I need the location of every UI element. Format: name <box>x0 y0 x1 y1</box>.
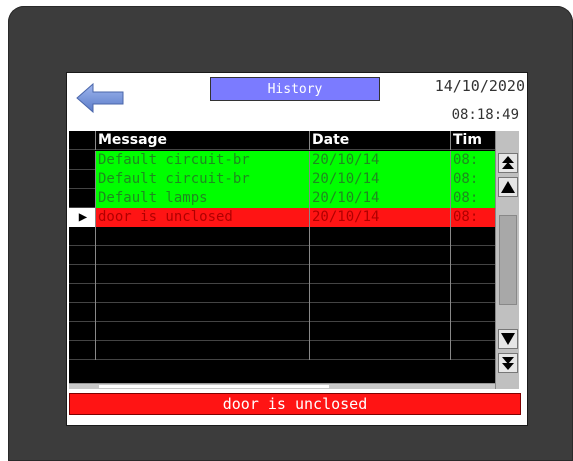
date-cell: 20/10/14 <box>309 170 450 189</box>
horizontal-scroll-thumb[interactable] <box>99 385 329 388</box>
column-header-date[interactable]: Date <box>309 131 450 150</box>
table-row[interactable]: ▶ door is unclosed 20/10/14 08: <box>69 208 495 227</box>
time-cell <box>450 284 495 303</box>
message-cell <box>95 246 309 265</box>
scroll-top-button[interactable] <box>498 153 518 173</box>
vertical-scroll-thumb[interactable] <box>499 215 517 305</box>
date-cell: 20/10/14 <box>309 151 450 170</box>
time-cell: 08: <box>450 208 495 227</box>
up-arrow-icon <box>501 181 515 193</box>
row-select-cell[interactable] <box>69 170 95 189</box>
time-cell <box>450 265 495 284</box>
table-row[interactable]: Default lamps 20/10/14 08: <box>69 189 495 208</box>
row-select-cell[interactable] <box>69 341 95 360</box>
time-cell <box>450 322 495 341</box>
time-cell: 08: <box>450 151 495 170</box>
message-cell <box>95 284 309 303</box>
alarm-status-bar: door is unclosed <box>69 393 521 415</box>
empty-table-row[interactable] <box>69 341 495 360</box>
history-table: Message Date Tim Default circuit-br 20/10… <box>69 131 495 389</box>
time-cell: 08: <box>450 170 495 189</box>
row-select-cell[interactable] <box>69 322 95 341</box>
horizontal-scrollbar[interactable] <box>69 383 495 389</box>
date-cell <box>309 322 450 341</box>
message-cell: Default circuit-br <box>95 170 309 189</box>
table-row[interactable]: Default circuit-br 20/10/14 08: <box>69 170 495 189</box>
row-select-cell[interactable] <box>69 265 95 284</box>
message-cell <box>95 227 309 246</box>
scroll-up-button[interactable] <box>498 177 518 197</box>
current-time: 08:18:49 <box>451 107 519 123</box>
message-cell <box>95 322 309 341</box>
row-select-cell[interactable] <box>69 227 95 246</box>
empty-table-row[interactable] <box>69 322 495 341</box>
message-cell <box>95 303 309 322</box>
date-cell: 20/10/14 <box>309 189 450 208</box>
time-cell: 08: <box>450 189 495 208</box>
date-cell <box>309 246 450 265</box>
message-cell: door is unclosed <box>95 208 309 227</box>
message-cell <box>95 341 309 360</box>
table-header-row: Message Date Tim <box>69 131 495 150</box>
time-cell <box>450 246 495 265</box>
scroll-down-button[interactable] <box>498 329 518 349</box>
message-cell: Default circuit-br <box>95 151 309 170</box>
double-down-arrow-icon <box>502 357 514 370</box>
row-select-cell[interactable] <box>69 303 95 322</box>
table-row[interactable]: Default circuit-br 20/10/14 08: <box>69 151 495 170</box>
header-select-cell <box>69 131 95 150</box>
empty-table-row[interactable] <box>69 227 495 246</box>
back-button[interactable] <box>75 81 125 115</box>
message-cell <box>95 265 309 284</box>
vertical-scrollbar[interactable] <box>495 131 519 389</box>
time-cell <box>450 303 495 322</box>
empty-table-row[interactable] <box>69 246 495 265</box>
row-select-cell[interactable]: ▶ <box>69 208 95 227</box>
date-cell <box>309 303 450 322</box>
empty-table-row[interactable] <box>69 284 495 303</box>
down-arrow-icon <box>501 333 515 345</box>
row-select-cell[interactable] <box>69 189 95 208</box>
hmi-screen: History 14/10/2020 08:18:49 Message Date… <box>66 72 528 426</box>
row-select-cell[interactable] <box>69 151 95 170</box>
column-header-time[interactable]: Tim <box>450 131 495 150</box>
double-up-arrow-icon <box>502 156 514 169</box>
date-cell <box>309 227 450 246</box>
time-cell <box>450 227 495 246</box>
empty-table-row[interactable] <box>69 265 495 284</box>
column-header-message[interactable]: Message <box>95 131 309 150</box>
scroll-bottom-button[interactable] <box>498 353 518 373</box>
message-cell: Default lamps <box>95 189 309 208</box>
date-cell <box>309 284 450 303</box>
history-title-button[interactable]: History <box>210 77 380 101</box>
empty-table-row[interactable] <box>69 303 495 322</box>
date-cell <box>309 341 450 360</box>
row-select-cell[interactable] <box>69 284 95 303</box>
row-select-cell[interactable] <box>69 246 95 265</box>
arrow-left-icon <box>76 82 124 114</box>
date-cell: 20/10/14 <box>309 208 450 227</box>
time-cell <box>450 341 495 360</box>
date-cell <box>309 265 450 284</box>
current-date: 14/10/2020 <box>434 77 525 95</box>
